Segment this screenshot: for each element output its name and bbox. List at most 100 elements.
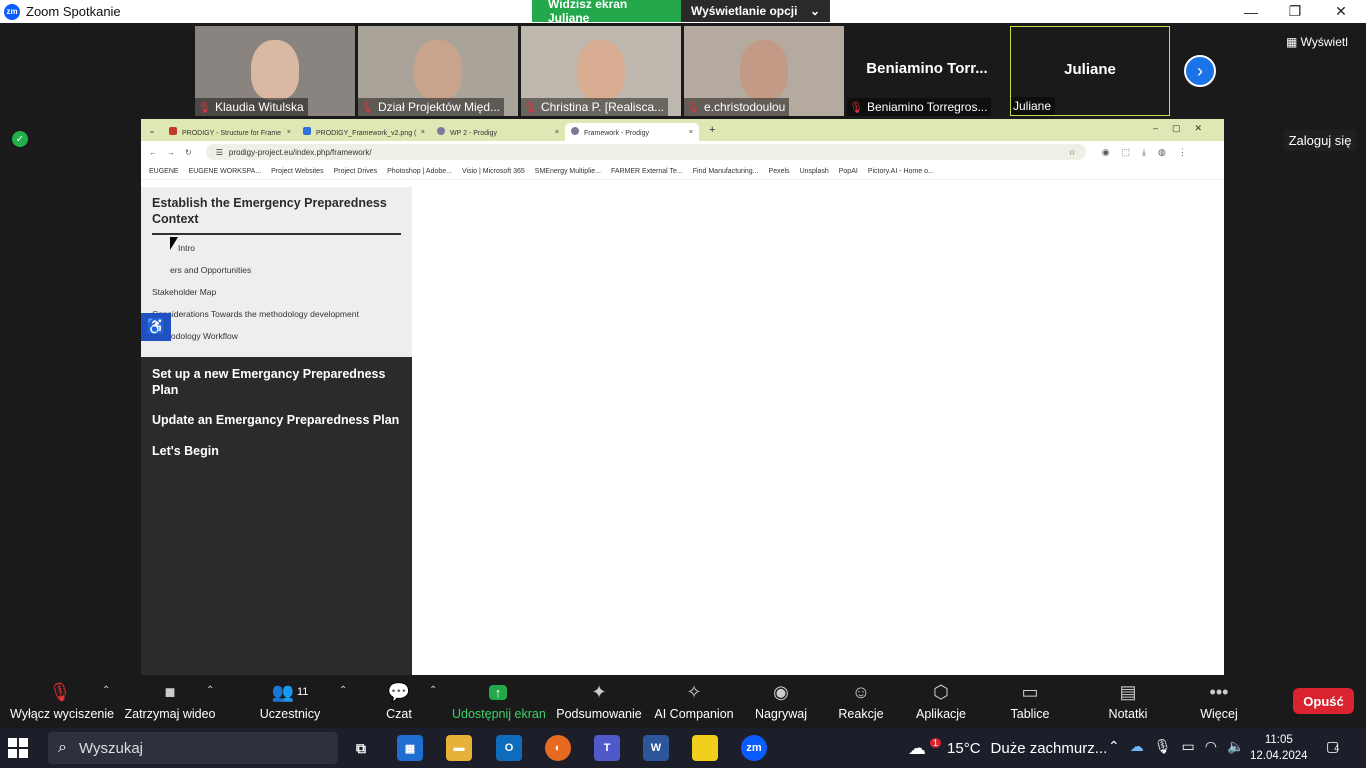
- bookmark-item[interactable]: EUGENE WORKSPA...: [189, 168, 262, 175]
- ai-companion-button[interactable]: ✧ AI Companion: [654, 681, 734, 725]
- teams-icon[interactable]: T: [594, 735, 620, 761]
- share-screen-button[interactable]: ↑ Udostępnij ekran: [452, 681, 546, 725]
- whiteboards-button[interactable]: ▭ Tablice: [1008, 681, 1052, 725]
- participant-tile[interactable]: Beniamino Torr... 🎙 Beniamino Torregros..…: [847, 26, 1007, 116]
- volume-icon[interactable]: 🔈: [1227, 738, 1244, 755]
- taskbar-clock[interactable]: 11:05 12.04.2024: [1250, 732, 1308, 764]
- microsoft-store-icon[interactable]: ▦: [397, 735, 423, 761]
- bookmark-item[interactable]: Pexels: [769, 168, 790, 175]
- browser-tab[interactable]: WP 2 - Prodigy ×: [431, 123, 565, 141]
- bookmark-item[interactable]: Pictory.AI - Home o...: [868, 168, 934, 175]
- file-explorer-icon[interactable]: ▬: [446, 735, 472, 761]
- site-info-icon[interactable]: ☰: [216, 148, 223, 157]
- sidebar-subitem[interactable]: ers and Opportunities: [152, 259, 401, 281]
- bookmark-item[interactable]: Project Websites: [271, 168, 323, 175]
- weather-widget[interactable]: ☁ 1 15°C Duże zachmurz...: [908, 737, 1107, 759]
- chat-options-caret[interactable]: ⌃: [429, 685, 437, 696]
- leave-button[interactable]: Opuść: [1293, 688, 1354, 714]
- participants-button[interactable]: 👥 11 Uczestnicy: [258, 681, 322, 725]
- tab-close-icon[interactable]: ×: [421, 129, 425, 136]
- microphone-icon[interactable]: 🎙: [1154, 738, 1172, 755]
- notes-button[interactable]: ▤ Notatki: [1104, 681, 1152, 725]
- clock-time: 11:05: [1264, 734, 1293, 746]
- weather-badge: 1: [930, 737, 942, 748]
- wifi-icon[interactable]: ◠: [1205, 738, 1217, 755]
- bookmark-item[interactable]: Unsplash: [800, 168, 829, 175]
- browser-tab[interactable]: PRODIGY_Framework_v2.png (×: [297, 123, 431, 141]
- participant-tile[interactable]: 🎙 Dział Projektów Międ...: [358, 26, 518, 116]
- outlook-icon[interactable]: O: [496, 735, 522, 761]
- tab-close-icon[interactable]: ×: [287, 129, 291, 136]
- url-field[interactable]: ☰ prodigy-project.eu/index.php/framework…: [205, 144, 1086, 160]
- bookmark-item[interactable]: Find Manufacturing...: [693, 168, 759, 175]
- unmute-button[interactable]: 🎙 Wyłącz wyciszenie: [10, 681, 114, 725]
- windows-start-icon[interactable]: [8, 738, 28, 758]
- task-view-icon[interactable]: ⧉: [348, 735, 374, 761]
- sidebar-section-update-plan[interactable]: Update an Emergancy Preparedness Plan: [141, 412, 412, 428]
- reactions-button[interactable]: ☺ Reakcje: [838, 681, 884, 725]
- word-icon[interactable]: W: [643, 735, 669, 761]
- bookmark-item[interactable]: Visio | Microsoft 365: [462, 168, 525, 175]
- browser-window-controls[interactable]: –▢✕: [1153, 123, 1216, 134]
- login-button[interactable]: Zaloguj się: [1284, 129, 1356, 151]
- participant-tile[interactable]: 🎙 Klaudia Witulska: [195, 26, 355, 116]
- firefox-icon[interactable]: ◐: [545, 735, 571, 761]
- apps-button[interactable]: ⬡ Aplikacje: [912, 681, 970, 725]
- notifications-icon[interactable]: ▢4: [1326, 738, 1339, 755]
- browser-tab[interactable]: PRODIGY - Structure for Frame ×: [163, 123, 297, 141]
- zoom-logo-icon: zm: [4, 3, 20, 20]
- view-options-button[interactable]: Wyświetlanie opcji ⌄: [681, 0, 830, 22]
- sidebar-section-new-plan[interactable]: Set up a new Emergancy Preparedness Plan: [141, 366, 412, 398]
- reload-icon[interactable]: ↻: [185, 148, 192, 157]
- bookmark-item[interactable]: FARMER External Te...: [611, 168, 683, 175]
- bookmark-item[interactable]: PopAI: [839, 168, 858, 175]
- stop-video-button[interactable]: ■ Zatrzymaj wideo: [124, 681, 216, 725]
- temperature: 15°C: [947, 740, 981, 757]
- encryption-shield-icon[interactable]: ✓: [12, 131, 28, 147]
- onedrive-icon[interactable]: ☁: [1130, 738, 1144, 755]
- bookmark-star-icon[interactable]: ☆: [1069, 148, 1076, 157]
- taskbar-search-box[interactable]: ⌕ Wyszukaj: [48, 732, 338, 764]
- participant-tile[interactable]: 🎙 Christina P. [Realisca...: [521, 26, 681, 116]
- bookmark-item[interactable]: EUGENE: [149, 168, 179, 175]
- sidebar-section-lets-begin[interactable]: Let's Begin: [141, 443, 412, 459]
- sticky-notes-icon[interactable]: [692, 735, 718, 761]
- zoom-taskbar-icon[interactable]: zm: [741, 735, 767, 761]
- record-button[interactable]: ◉ Nagrywaj: [754, 681, 808, 725]
- participant-tile[interactable]: 🎙 e.christodoulou: [684, 26, 844, 116]
- participant-tile-active-speaker[interactable]: Juliane Juliane: [1010, 26, 1170, 116]
- tab-favicon-icon: [303, 127, 311, 135]
- back-arrow-icon[interactable]: ←: [149, 148, 157, 157]
- new-tab-button[interactable]: +: [709, 124, 715, 136]
- chat-button[interactable]: 💬 Czat: [380, 681, 418, 725]
- close-button[interactable]: ✕: [1318, 0, 1364, 23]
- accessibility-icon[interactable]: ♿: [141, 313, 171, 341]
- audio-options-caret[interactable]: ⌃: [102, 685, 110, 696]
- participants-options-caret[interactable]: ⌃: [339, 685, 347, 696]
- participant-display-name: Beniamino Torr...: [866, 60, 988, 77]
- tab-close-icon[interactable]: ×: [555, 129, 559, 136]
- next-page-button[interactable]: ›: [1184, 55, 1216, 87]
- browser-extension-icons[interactable]: ◉⬚⤓◍⋮: [1102, 147, 1199, 158]
- more-button[interactable]: ••• Więcej: [1196, 681, 1242, 725]
- sidebar-subitem[interactable]: Methodology Workflow: [152, 325, 401, 347]
- view-button[interactable]: ▦ Wyświetl: [1286, 35, 1348, 49]
- chevron-up-icon[interactable]: ⌃: [1108, 738, 1120, 755]
- browser-tab-active[interactable]: Framework - Prodigy ×: [565, 123, 699, 141]
- sidebar-subitem[interactable]: Stakeholder Map: [152, 281, 401, 303]
- sidebar-subitem[interactable]: Considerations Towards the methodology d…: [152, 303, 401, 325]
- forward-arrow-icon[interactable]: →: [167, 148, 175, 157]
- sidebar-subitem-intro[interactable]: Intro: [152, 237, 401, 259]
- minimize-button[interactable]: —: [1228, 0, 1274, 23]
- sidebar-section-title[interactable]: Establish the Emergency Preparedness Con…: [152, 195, 401, 235]
- battery-icon[interactable]: ▭: [1182, 738, 1195, 755]
- summary-button[interactable]: ✦ Podsumowanie: [556, 681, 642, 725]
- bookmark-item[interactable]: Photoshop | Adobe...: [387, 168, 452, 175]
- restore-button[interactable]: ❐: [1272, 0, 1318, 23]
- tab-search-icon[interactable]: ⌄: [141, 125, 163, 136]
- bookmark-item[interactable]: SMEnergy Multiplie...: [535, 168, 601, 175]
- bookmark-item[interactable]: Project Drives: [334, 168, 378, 175]
- video-options-caret[interactable]: ⌃: [206, 685, 214, 696]
- tab-close-icon[interactable]: ×: [689, 129, 693, 136]
- participant-video: [577, 40, 625, 100]
